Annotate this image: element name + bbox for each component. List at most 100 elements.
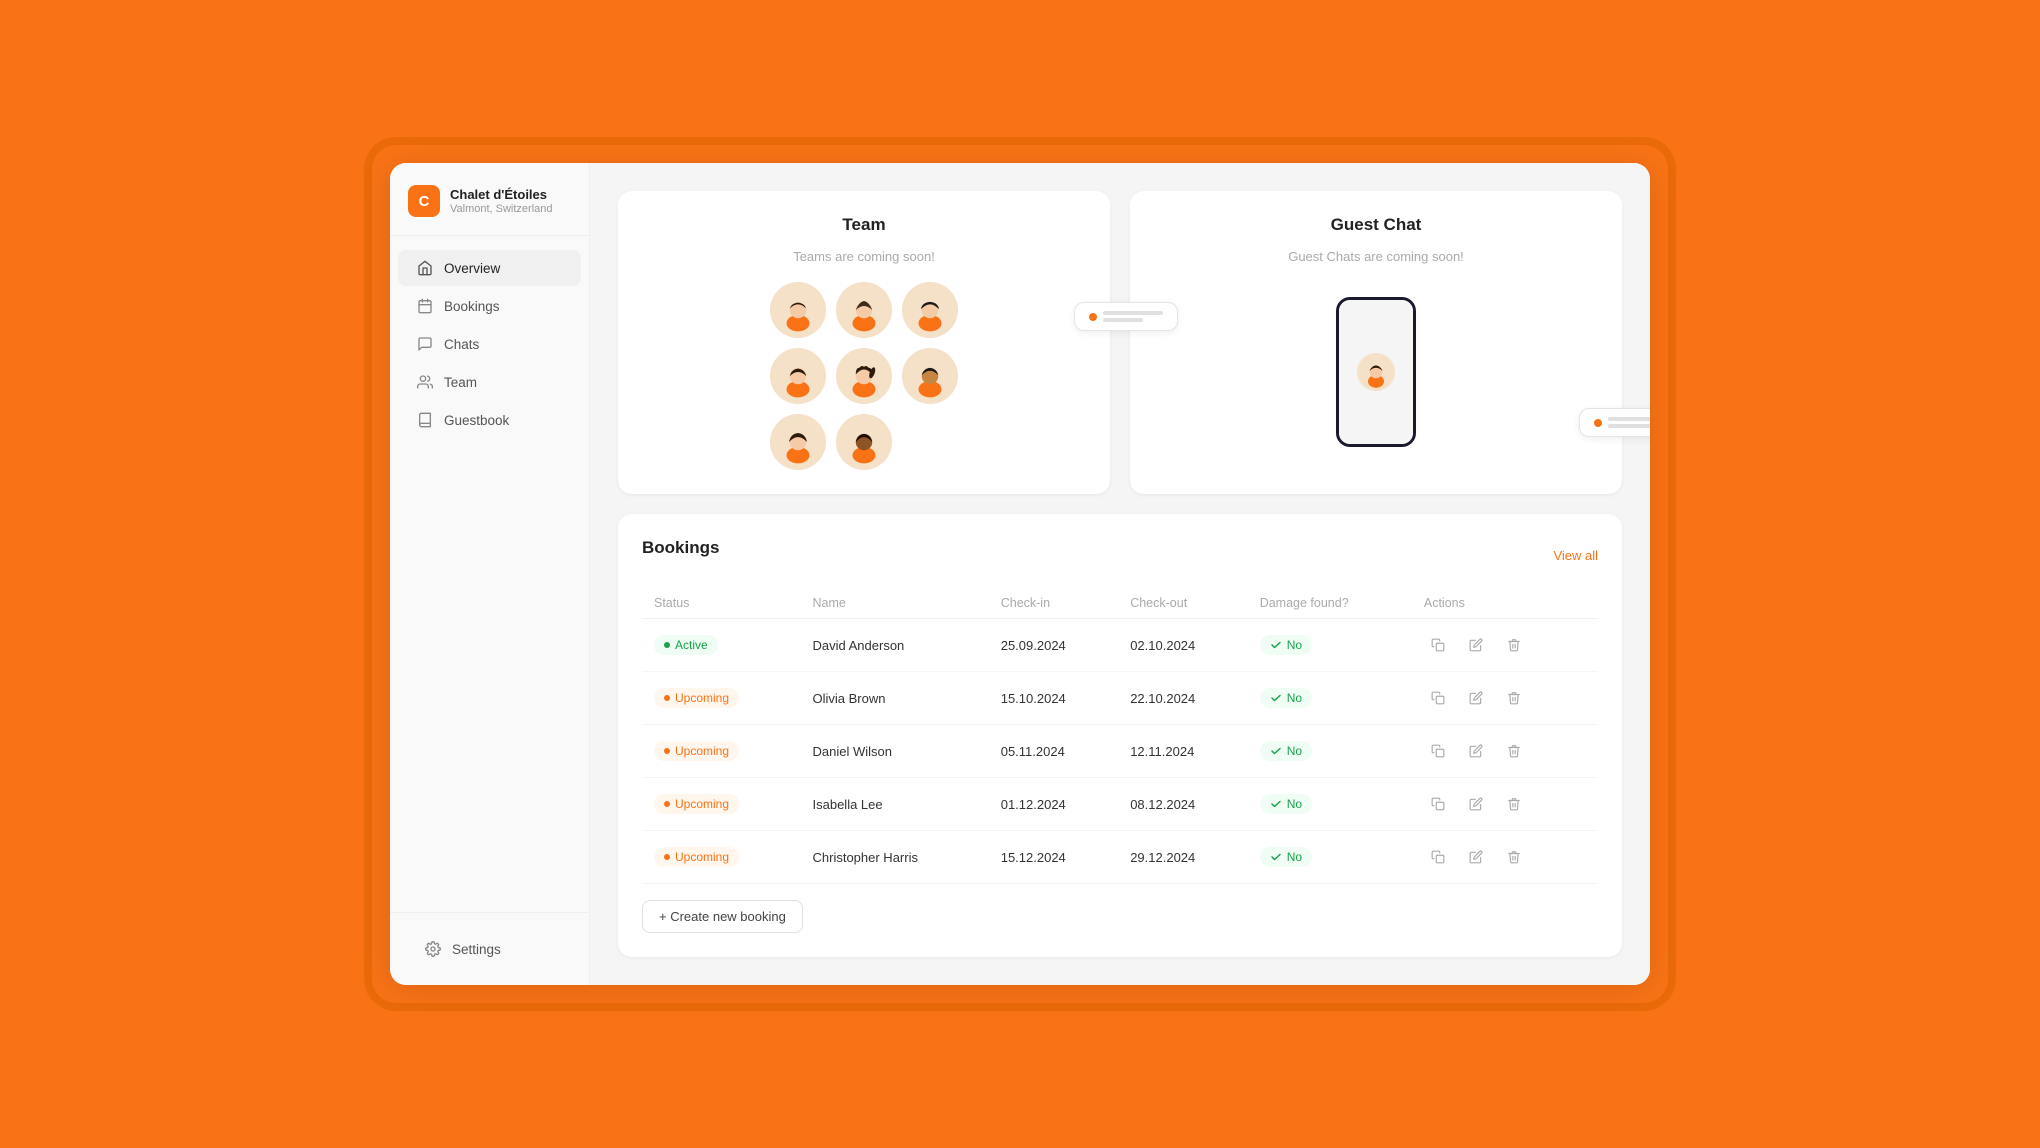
avatar	[836, 348, 892, 404]
damage-badge: No	[1260, 847, 1312, 867]
chat-bubble-right	[1579, 408, 1650, 437]
delete-icon[interactable]	[1500, 790, 1528, 818]
team-coming-soon: Teams are coming soon!	[642, 249, 1086, 264]
users-icon	[416, 373, 434, 391]
checkout-date: 29.12.2024	[1118, 831, 1247, 884]
sidebar-item-label: Team	[444, 375, 477, 390]
table-row: Upcoming Daniel Wilson 05.11.2024 12.11.…	[642, 725, 1598, 778]
table-row: Upcoming Isabella Lee 01.12.2024 08.12.2…	[642, 778, 1598, 831]
col-damage: Damage found?	[1248, 588, 1412, 619]
brand-location: Valmont, Switzerland	[450, 203, 553, 215]
brand-name: Chalet d'Étoiles	[450, 187, 553, 203]
top-cards: Team Teams are coming soon!	[618, 191, 1622, 494]
guest-chat-title: Guest Chat	[1154, 215, 1598, 235]
sidebar-item-label: Chats	[444, 337, 479, 352]
copy-icon[interactable]	[1424, 684, 1452, 712]
damage-badge: No	[1260, 794, 1312, 814]
status-badge: Upcoming	[654, 794, 739, 814]
sidebar-item-team[interactable]: Team	[398, 364, 581, 400]
bookings-table: Status Name Check-in Check-out Damage fo…	[642, 588, 1598, 884]
status-dot	[664, 854, 670, 860]
calendar-icon	[416, 297, 434, 315]
bookings-card: Bookings View all Status Name Check-in C…	[618, 514, 1622, 957]
guest-chat-coming-soon: Guest Chats are coming soon!	[1154, 249, 1598, 264]
brand-icon: C	[408, 185, 440, 217]
checkin-date: 25.09.2024	[989, 619, 1118, 672]
sidebar-item-settings[interactable]: Settings	[406, 931, 573, 967]
settings-label: Settings	[452, 942, 501, 957]
team-card-title: Team	[642, 215, 1086, 235]
bookings-tbody: Active David Anderson 25.09.2024 02.10.2…	[642, 619, 1598, 884]
col-status: Status	[642, 588, 801, 619]
guest-name: Isabella Lee	[801, 778, 989, 831]
delete-icon[interactable]	[1500, 843, 1528, 871]
home-icon	[416, 259, 434, 277]
phone-avatar	[1357, 353, 1395, 391]
guest-name: David Anderson	[801, 619, 989, 672]
main-nav: Overview Bookings Chats	[390, 236, 589, 912]
table-header: Status Name Check-in Check-out Damage fo…	[642, 588, 1598, 619]
status-badge: Active	[654, 635, 718, 655]
edit-icon[interactable]	[1462, 737, 1490, 765]
sidebar-item-chats[interactable]: Chats	[398, 326, 581, 362]
avatar	[770, 282, 826, 338]
avatar	[770, 414, 826, 470]
guest-chat-card: Guest Chat Guest Chats are coming soon!	[1130, 191, 1622, 494]
sidebar-item-label: Overview	[444, 261, 500, 276]
damage-badge: No	[1260, 688, 1312, 708]
sidebar: C Chalet d'Étoiles Valmont, Switzerland …	[390, 163, 590, 985]
phone-mockup	[1154, 282, 1598, 462]
avatar	[902, 348, 958, 404]
status-dot	[664, 695, 670, 701]
status-dot	[664, 642, 670, 648]
bookings-header: Bookings View all	[642, 538, 1598, 572]
bubble-lines	[1103, 311, 1163, 322]
status-badge: Upcoming	[654, 688, 739, 708]
sidebar-footer: Settings	[390, 912, 589, 985]
avatar	[836, 414, 892, 470]
edit-icon[interactable]	[1462, 684, 1490, 712]
delete-icon[interactable]	[1500, 631, 1528, 659]
sidebar-item-guestbook[interactable]: Guestbook	[398, 402, 581, 438]
main-content: Team Teams are coming soon!	[590, 163, 1650, 985]
col-actions: Actions	[1412, 588, 1598, 619]
edit-icon[interactable]	[1462, 843, 1490, 871]
copy-icon[interactable]	[1424, 790, 1452, 818]
sidebar-item-label: Guestbook	[444, 413, 509, 428]
damage-badge: No	[1260, 635, 1312, 655]
brand-text: Chalet d'Étoiles Valmont, Switzerland	[450, 187, 553, 215]
create-booking-button[interactable]: + Create new booking	[642, 900, 803, 933]
status-badge: Upcoming	[654, 847, 739, 867]
col-name: Name	[801, 588, 989, 619]
delete-icon[interactable]	[1500, 737, 1528, 765]
avatar	[836, 282, 892, 338]
edit-icon[interactable]	[1462, 631, 1490, 659]
guest-name: Daniel Wilson	[801, 725, 989, 778]
status-dot	[664, 748, 670, 754]
copy-icon[interactable]	[1424, 737, 1452, 765]
brand-area: C Chalet d'Étoiles Valmont, Switzerland	[390, 163, 589, 236]
sidebar-item-overview[interactable]: Overview	[398, 250, 581, 286]
checkin-date: 15.10.2024	[989, 672, 1118, 725]
copy-icon[interactable]	[1424, 843, 1452, 871]
delete-icon[interactable]	[1500, 684, 1528, 712]
action-icons	[1424, 684, 1586, 712]
checkout-date: 12.11.2024	[1118, 725, 1247, 778]
chat-icon	[416, 335, 434, 353]
sidebar-item-bookings[interactable]: Bookings	[398, 288, 581, 324]
col-checkin: Check-in	[989, 588, 1118, 619]
table-row: Upcoming Christopher Harris 15.12.2024 2…	[642, 831, 1598, 884]
copy-icon[interactable]	[1424, 631, 1452, 659]
view-all-link[interactable]: View all	[1553, 548, 1598, 563]
bubble-dot	[1089, 313, 1097, 321]
action-icons	[1424, 843, 1586, 871]
checkout-date: 08.12.2024	[1118, 778, 1247, 831]
book-icon	[416, 411, 434, 429]
edit-icon[interactable]	[1462, 790, 1490, 818]
sidebar-item-label: Bookings	[444, 299, 500, 314]
team-card: Team Teams are coming soon!	[618, 191, 1110, 494]
status-badge: Upcoming	[654, 741, 739, 761]
checkin-date: 01.12.2024	[989, 778, 1118, 831]
phone-screen	[1339, 300, 1413, 444]
checkin-date: 05.11.2024	[989, 725, 1118, 778]
